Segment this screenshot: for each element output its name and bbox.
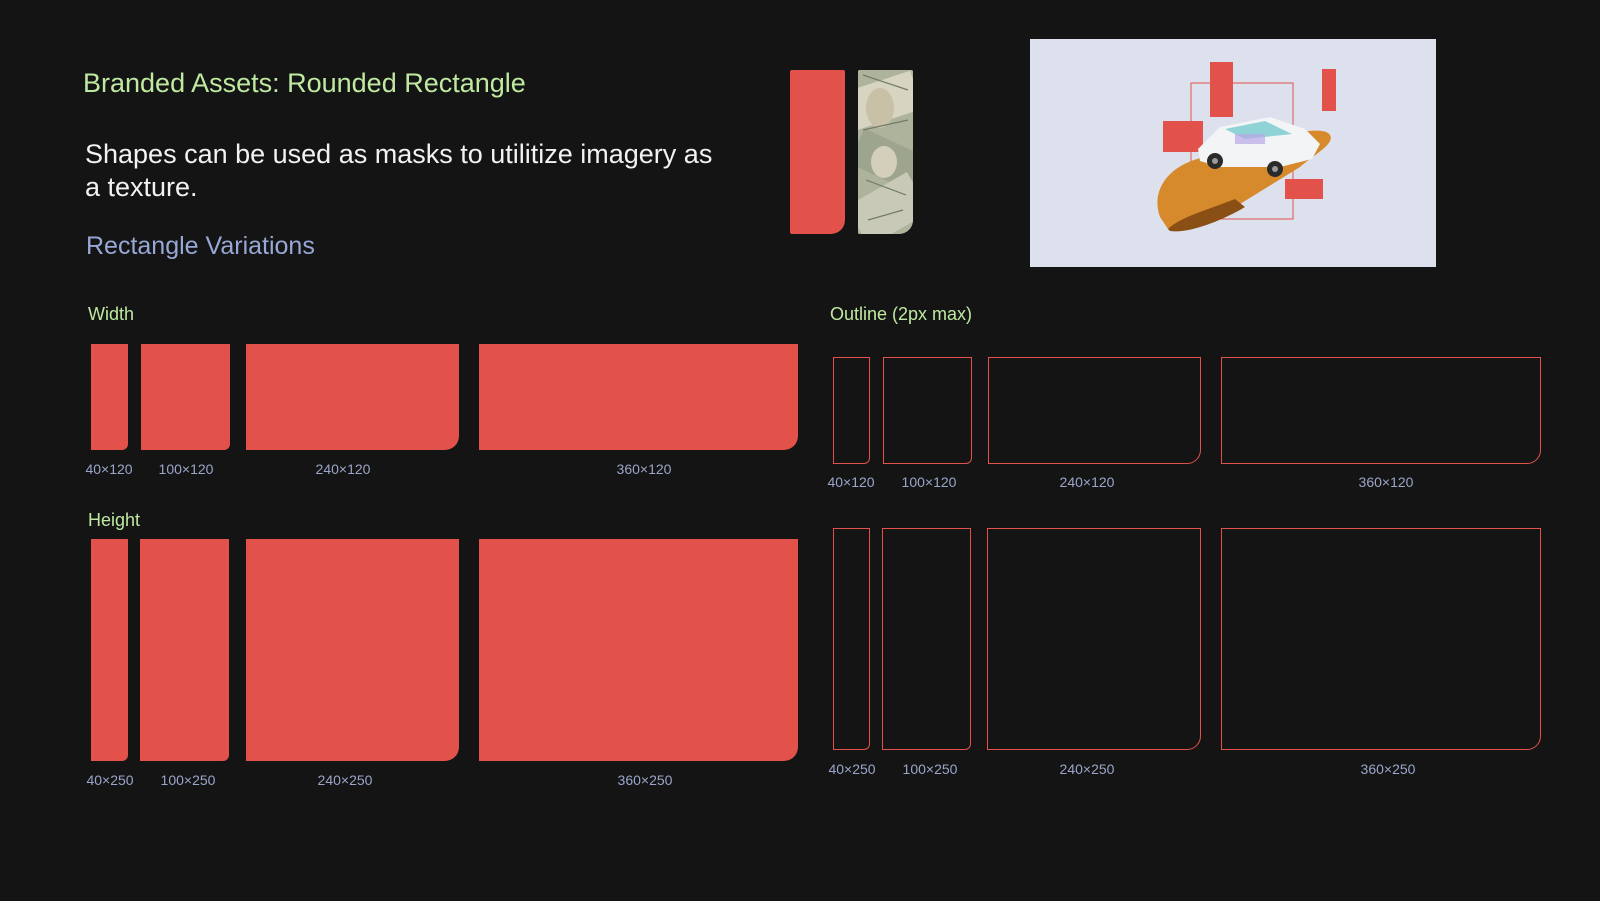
outline-rectangle-40x120 (833, 357, 870, 464)
red-rectangle-swatch (790, 70, 845, 234)
section-label-outline: Outline (2px max) (830, 304, 973, 324)
rectangle-100x250 (140, 539, 229, 761)
outline-rectangle-360x120 (1221, 357, 1541, 464)
caption-360x120: 360×120 (616, 461, 672, 477)
outline-caption-40x250: 40×250 (828, 761, 876, 777)
description-text: Shapes can be used as masks to utilitize… (85, 139, 713, 202)
section-label-width: Width (88, 304, 135, 324)
caption-40x120: 40×120 (85, 461, 133, 477)
subheading: Rectangle Variations (86, 232, 315, 260)
rectangle-100x120 (141, 344, 230, 450)
rectangle-360x120 (479, 344, 798, 450)
hand-holding-car-illustration (1030, 39, 1436, 267)
caption-240x120: 240×120 (315, 461, 371, 477)
caption-100x250: 100×250 (160, 772, 216, 788)
outline-caption-40x120: 40×120 (827, 474, 875, 490)
rectangle-40x120 (91, 344, 128, 450)
outline-rectangle-240x120 (988, 357, 1201, 464)
outline-caption-360x120: 360×120 (1358, 474, 1414, 490)
rectangle-240x120 (246, 344, 459, 450)
section-label-height: Height (88, 510, 141, 530)
outline-caption-240x250: 240×250 (1059, 761, 1115, 777)
outline-rectangle-100x250 (882, 528, 971, 750)
texture-masked-rectangle (858, 70, 913, 234)
caption-40x250: 40×250 (86, 772, 134, 788)
outline-rectangle-360x250 (1221, 528, 1541, 750)
outline-rectangle-100x120 (883, 357, 972, 464)
outline-rectangle-40x250 (833, 528, 870, 750)
outline-caption-100x250: 100×250 (902, 761, 958, 777)
outline-caption-240x120: 240×120 (1059, 474, 1115, 490)
rectangle-40x250 (91, 539, 128, 761)
outline-rectangle-240x250 (987, 528, 1201, 750)
currency-texture-image (858, 70, 913, 234)
caption-100x120: 100×120 (158, 461, 214, 477)
caption-360x250: 360×250 (617, 772, 673, 788)
page-title: Branded Assets: Rounded Rectangle (83, 68, 526, 98)
outline-caption-100x120: 100×120 (901, 474, 957, 490)
example-composition-image (1030, 39, 1436, 267)
rectangle-360x250 (479, 539, 798, 761)
caption-240x250: 240×250 (317, 772, 373, 788)
rectangle-240x250 (246, 539, 459, 761)
outline-caption-360x250: 360×250 (1360, 761, 1416, 777)
